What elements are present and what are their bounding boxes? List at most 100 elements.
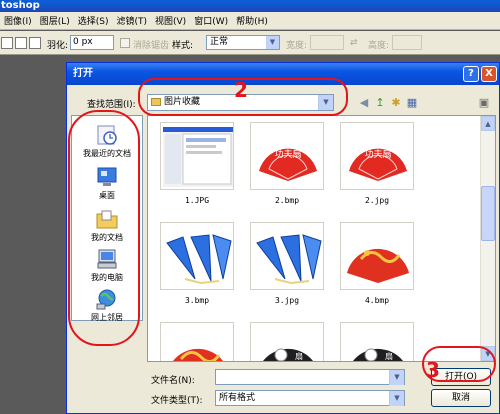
file-thumbnail: 功夫扇 bbox=[340, 122, 414, 190]
menu-view[interactable]: 视图(V) bbox=[151, 14, 190, 27]
new-selection-icon[interactable] bbox=[1, 37, 13, 49]
chevron-down-icon: ▼ bbox=[389, 391, 404, 406]
file-thumbnail: 功夫扇 bbox=[250, 122, 324, 190]
file-item[interactable] bbox=[156, 322, 238, 361]
file-item[interactable]: 扇 bbox=[336, 322, 418, 361]
scroll-thumb[interactable] bbox=[481, 186, 495, 241]
style-value: 正常 bbox=[210, 37, 229, 47]
add-selection-icon[interactable] bbox=[15, 37, 27, 49]
width-label: 宽度: bbox=[286, 41, 308, 51]
file-thumbnail bbox=[250, 222, 324, 290]
file-item[interactable]: 4.bmp bbox=[336, 222, 418, 322]
file-thumbnail: 扇 bbox=[250, 322, 324, 361]
lookin-label: 查找范围(I): bbox=[87, 100, 136, 110]
svg-text:扇: 扇 bbox=[295, 351, 303, 361]
file-name: 3.jpg bbox=[274, 296, 300, 305]
width-input bbox=[310, 35, 344, 50]
chevron-down-icon: ▼ bbox=[318, 95, 333, 110]
file-item[interactable]: 3.jpg bbox=[246, 222, 328, 322]
menu-layer[interactable]: 图层(L) bbox=[36, 14, 74, 27]
menu-bar: 图像(I) 图层(L) 选择(S) 滤镜(T) 视图(V) 窗口(W) 帮助(H… bbox=[0, 12, 500, 30]
file-name: 4.bmp bbox=[364, 296, 390, 305]
file-item[interactable]: 1.JPG bbox=[156, 122, 238, 222]
place-my-documents-label: 我的文档 bbox=[91, 233, 123, 242]
file-item[interactable]: 功夫扇 2.jpg bbox=[336, 122, 418, 222]
file-thumbnail bbox=[160, 222, 234, 290]
chevron-down-icon: ▼ bbox=[266, 36, 279, 49]
cancel-button[interactable]: 取消 bbox=[431, 389, 491, 407]
chevron-down-icon: ▼ bbox=[389, 370, 404, 385]
scroll-down-icon[interactable]: ▼ bbox=[481, 346, 495, 361]
network-places-icon bbox=[96, 289, 116, 310]
menu-image[interactable]: 图像(I) bbox=[0, 14, 36, 27]
places-bar: 我最近的文档 桌面 我的文档 我的电脑 网上邻居 bbox=[71, 115, 143, 323]
file-thumbnail: 扇 bbox=[340, 322, 414, 361]
filetype-label: 文件类型(T): bbox=[151, 396, 203, 406]
place-desktop-label: 桌面 bbox=[99, 191, 115, 200]
menu-help[interactable]: 帮助(H) bbox=[232, 14, 272, 27]
menu-window[interactable]: 窗口(W) bbox=[190, 14, 232, 27]
file-list[interactable]: 1.JPG 功夫扇 2.bmp 功夫扇 2.jpg 3.bmp 3.jpg 4.… bbox=[147, 115, 496, 362]
swap-icon: ⇄ bbox=[350, 38, 358, 48]
file-thumbnail bbox=[340, 222, 414, 290]
place-my-computer-label: 我的电脑 bbox=[91, 273, 123, 282]
my-documents-icon bbox=[96, 210, 118, 229]
place-recent[interactable]: 我最近的文档 bbox=[72, 124, 142, 159]
filetype-value: 所有格式 bbox=[219, 393, 256, 403]
antialias-label: 消除锯齿 bbox=[133, 41, 170, 51]
lookin-value: 图片收藏 bbox=[164, 97, 201, 107]
antialias-checkbox[interactable] bbox=[120, 38, 130, 48]
style-label: 样式: bbox=[172, 41, 194, 51]
feather-input[interactable]: 0 px bbox=[70, 35, 114, 50]
place-desktop[interactable]: 桌面 bbox=[72, 166, 142, 201]
open-button[interactable]: 打开(O) bbox=[431, 368, 491, 386]
file-name: 2.bmp bbox=[274, 196, 300, 205]
dialog-title-bar: 打开 ? X bbox=[67, 63, 499, 85]
file-item[interactable]: 扇 bbox=[246, 322, 328, 361]
app-title-bar: toshop bbox=[0, 0, 500, 12]
place-recent-label: 我最近的文档 bbox=[83, 149, 131, 158]
place-my-computer[interactable]: 我的电脑 bbox=[72, 248, 142, 283]
file-thumbnail bbox=[160, 122, 234, 190]
subtract-selection-icon[interactable] bbox=[29, 37, 41, 49]
height-label: 高度: bbox=[368, 41, 390, 51]
vertical-scrollbar[interactable]: ▲ ▼ bbox=[480, 116, 495, 361]
view-menu-icon[interactable]: ▦ bbox=[405, 96, 419, 109]
folder-icon bbox=[151, 98, 161, 106]
annotation-number-2: 2 bbox=[234, 78, 248, 102]
menu-filter[interactable]: 滤镜(T) bbox=[112, 14, 151, 27]
svg-text:功夫扇: 功夫扇 bbox=[274, 148, 301, 160]
file-item[interactable]: 功夫扇 2.bmp bbox=[246, 122, 328, 222]
file-item[interactable]: 3.bmp bbox=[156, 222, 238, 322]
file-name: 1.JPG bbox=[184, 196, 210, 205]
file-name: 2.jpg bbox=[364, 196, 390, 205]
up-folder-icon[interactable]: ↥ bbox=[373, 96, 387, 109]
file-thumbnail bbox=[160, 322, 234, 361]
feather-label: 羽化: bbox=[47, 41, 69, 51]
help-button[interactable]: ? bbox=[463, 66, 479, 82]
scroll-up-icon[interactable]: ▲ bbox=[481, 116, 495, 131]
height-input bbox=[392, 35, 422, 50]
filename-label: 文件名(N): bbox=[151, 376, 195, 386]
svg-text:扇: 扇 bbox=[385, 351, 393, 361]
back-icon[interactable]: ◀ bbox=[357, 96, 371, 109]
close-button[interactable]: X bbox=[481, 66, 497, 82]
file-name: 3.bmp bbox=[184, 296, 210, 305]
recent-documents-icon bbox=[97, 125, 117, 145]
my-computer-icon bbox=[97, 249, 117, 269]
style-select[interactable]: 正常 ▼ bbox=[206, 35, 280, 50]
new-folder-icon[interactable]: ✱ bbox=[389, 96, 403, 109]
menu-select[interactable]: 选择(S) bbox=[74, 14, 113, 27]
filetype-select[interactable]: 所有格式 ▼ bbox=[215, 390, 405, 406]
options-bar: 羽化: 0 px 消除锯齿 样式: 正常 ▼ 宽度: ⇄ 高度: bbox=[0, 31, 500, 55]
filename-input[interactable]: ▼ bbox=[215, 369, 405, 385]
place-network[interactable]: 网上邻居 bbox=[72, 288, 142, 323]
place-network-label: 网上邻居 bbox=[91, 313, 123, 322]
desktop-icon bbox=[97, 167, 117, 186]
tools-icon[interactable]: ▣ bbox=[477, 96, 491, 109]
app-title: toshop bbox=[1, 0, 40, 11]
svg-text:功夫扇: 功夫扇 bbox=[364, 148, 391, 160]
place-my-documents[interactable]: 我的文档 bbox=[72, 208, 142, 243]
dialog-title: 打开 bbox=[73, 68, 93, 79]
annotation-number-3: 3 bbox=[426, 358, 440, 382]
